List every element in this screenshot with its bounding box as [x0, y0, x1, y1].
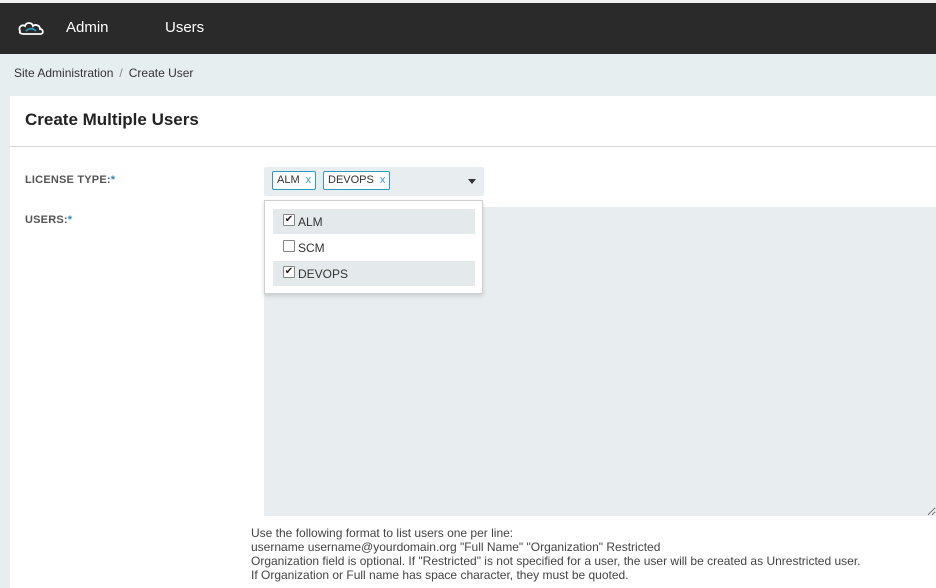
option-scm[interactable]: SCM — [273, 235, 475, 260]
check-icon: ✔ — [284, 214, 294, 225]
check-icon: ✔ — [284, 266, 294, 277]
tag-alm: ALM x — [272, 171, 317, 190]
breadcrumb-separator: / — [119, 66, 123, 80]
remove-tag-devops-icon[interactable]: x — [380, 174, 386, 186]
page-title: Create Multiple Users — [25, 110, 199, 129]
license-type-label: LICENSE TYPE:* — [25, 174, 115, 186]
tag-devops-label: DEVOPS — [328, 174, 374, 186]
nav-users[interactable]: Users — [165, 19, 204, 36]
checkbox-alm[interactable]: ✔ — [283, 214, 295, 226]
top-navbar: Admin Users — [0, 0, 936, 54]
breadcrumb-create-user: Create User — [128, 66, 194, 80]
tag-alm-label: ALM — [277, 174, 300, 186]
required-marker: * — [110, 174, 116, 186]
option-devops[interactable]: ✔ DEVOPS — [273, 261, 475, 286]
required-marker: * — [67, 214, 73, 226]
nav-admin[interactable]: Admin — [66, 19, 109, 36]
create-users-card: Create Multiple Users LICENSE TYPE:* USE… — [10, 96, 936, 588]
option-alm[interactable]: ✔ ALM — [273, 209, 475, 234]
help-line: Organization field is optional. If "Rest… — [251, 554, 861, 568]
option-scm-label: SCM — [298, 241, 325, 255]
help-line: If Organization or Full name has space c… — [251, 568, 629, 582]
help-line: Use the following format to list users o… — [251, 526, 514, 540]
cloud-logo-icon[interactable] — [16, 17, 46, 39]
breadcrumb-site-administration[interactable]: Site Administration — [14, 66, 113, 80]
tag-devops: DEVOPS x — [323, 171, 391, 190]
caret-down-icon[interactable] — [468, 179, 476, 184]
option-alm-label: ALM — [298, 215, 323, 229]
remove-tag-alm-icon[interactable]: x — [306, 174, 312, 186]
checkbox-devops[interactable]: ✔ — [283, 266, 295, 278]
users-label: USERS:* — [25, 214, 72, 226]
license-type-label-text: LICENSE TYPE: — [25, 174, 111, 186]
license-type-select[interactable]: ALM x DEVOPS x — [264, 167, 484, 196]
divider — [10, 146, 936, 147]
format-help-text: Use the following format to list users o… — [251, 526, 860, 582]
breadcrumb: Site Administration / Create User — [14, 66, 193, 80]
license-type-dropdown: ✔ ALM SCM ✔ DEVOPS — [264, 200, 483, 294]
help-line: username username@yourdomain.org "Full N… — [251, 540, 661, 554]
checkbox-scm[interactable] — [283, 240, 295, 252]
users-label-text: USERS: — [25, 214, 68, 226]
option-devops-label: DEVOPS — [298, 267, 349, 281]
